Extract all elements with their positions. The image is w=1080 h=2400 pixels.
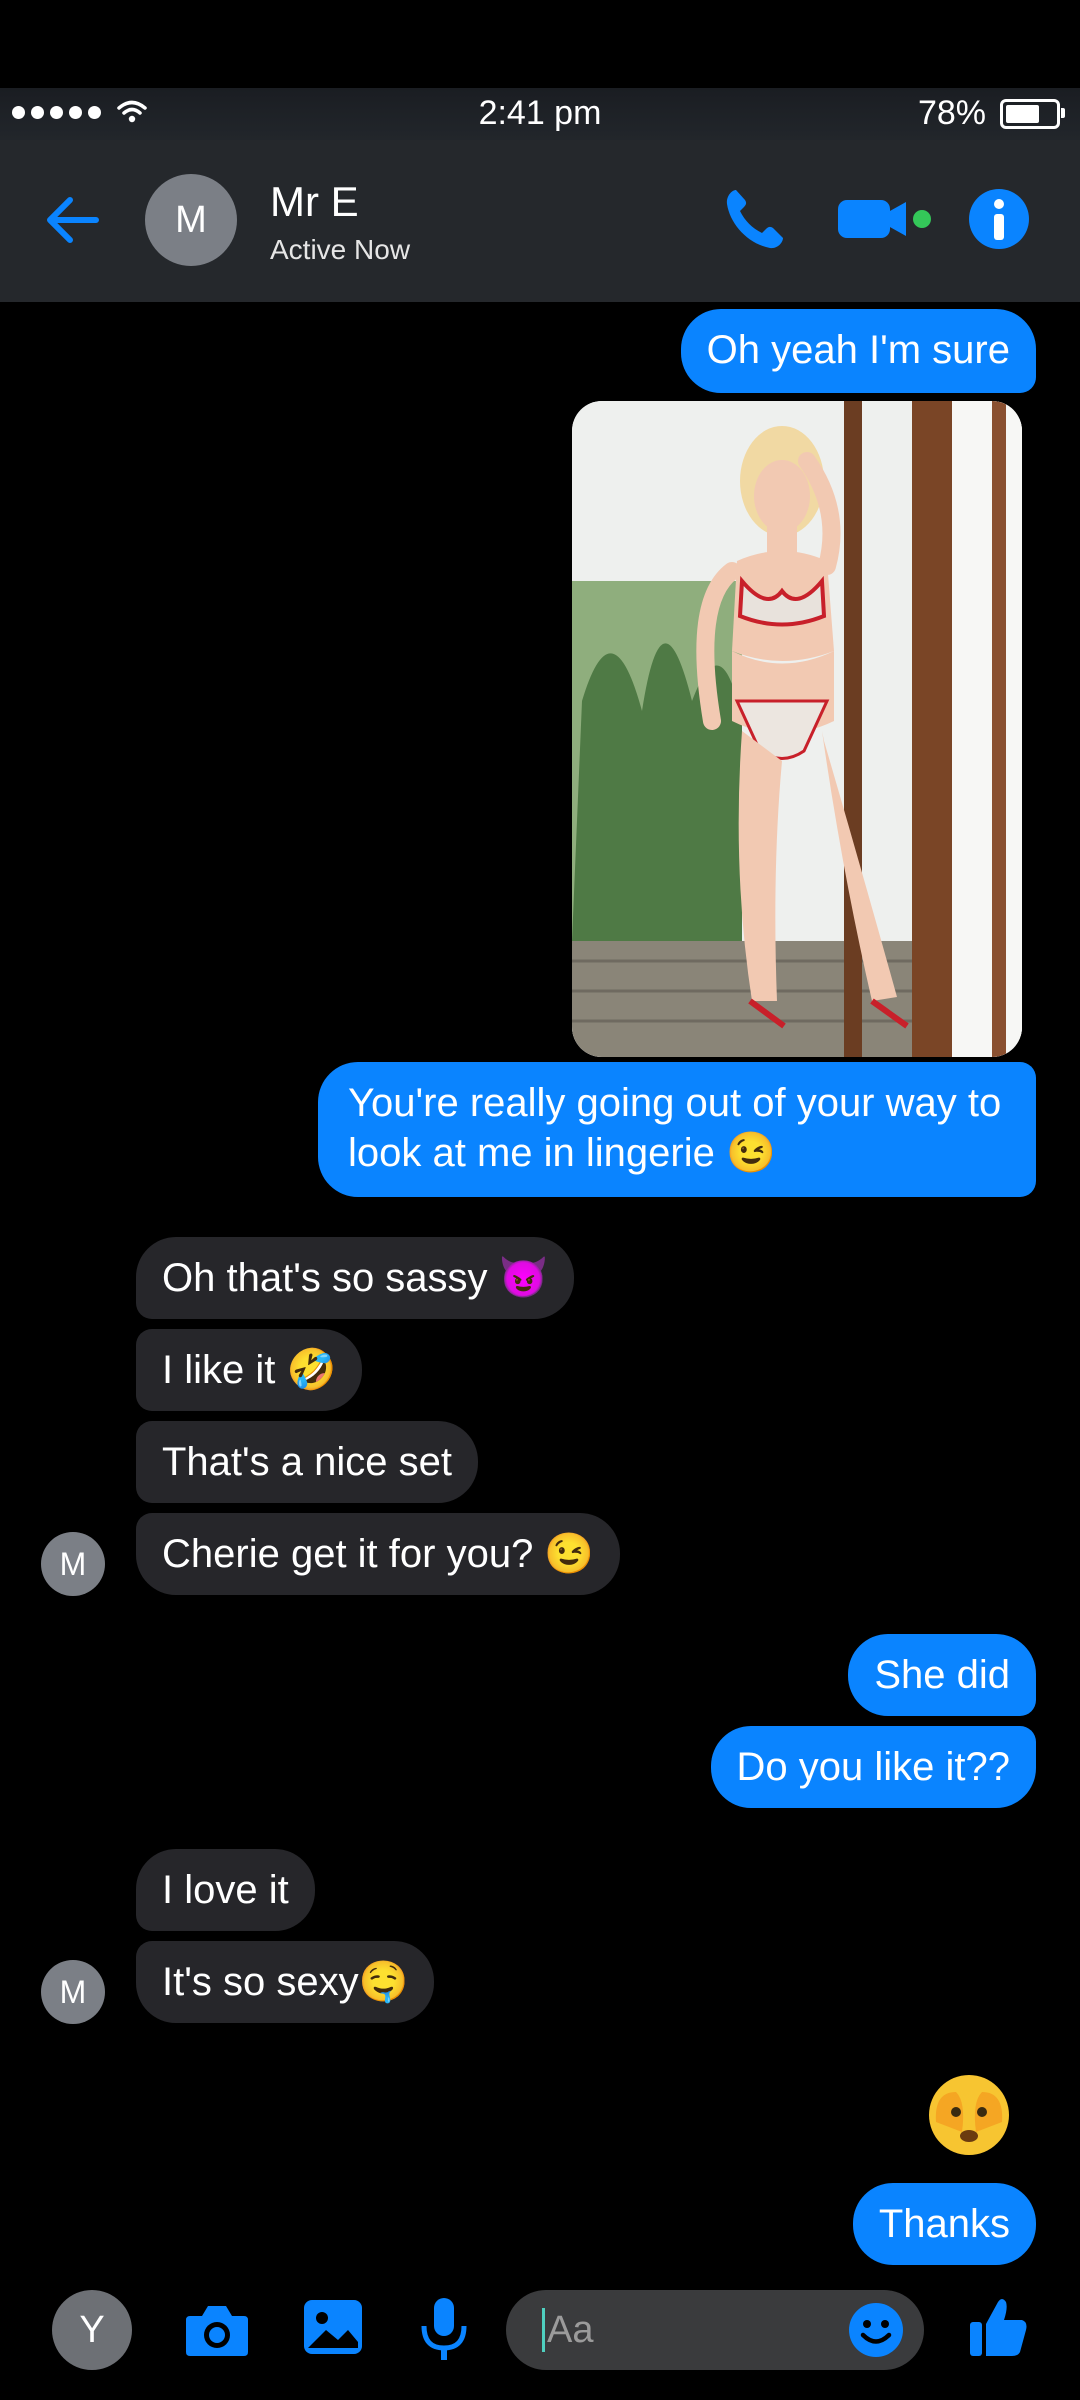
see-no-evil-face-icon[interactable] — [926, 2072, 1012, 2158]
message-bubble[interactable]: Thanks — [852, 2183, 1036, 2265]
info-icon[interactable] — [966, 186, 1032, 252]
camera-icon[interactable] — [182, 2294, 252, 2366]
message-bubble[interactable]: Oh yeah I'm sure — [680, 309, 1036, 393]
battery-percent: 78% — [917, 94, 986, 132]
my-avatar[interactable]: Y — [52, 2290, 132, 2370]
gallery-icon[interactable] — [300, 2294, 366, 2360]
conversation-header: M Mr E Active Now — [0, 140, 1080, 302]
message-bubble[interactable]: I like it 🤣 — [136, 1329, 363, 1411]
battery-icon — [1000, 98, 1065, 129]
message-bubble[interactable]: Do you like it?? — [710, 1726, 1036, 1808]
microphone-icon[interactable] — [416, 2294, 472, 2366]
message-bubble[interactable]: I love it — [136, 1849, 315, 1931]
sender-avatar[interactable]: M — [41, 1532, 105, 1596]
battery-fill — [1006, 104, 1039, 123]
text-caret — [542, 2308, 545, 2352]
contact-avatar[interactable]: M — [145, 174, 237, 266]
message-bubble[interactable]: She did — [848, 1634, 1036, 1716]
thumbs-up-icon[interactable] — [966, 2294, 1030, 2360]
lingerie-photo-image — [572, 401, 1022, 1057]
sender-avatar[interactable]: M — [41, 1960, 105, 2024]
contact-status: Active Now — [270, 234, 411, 265]
message-bubble[interactable]: It's so sexy🤤 — [136, 1941, 435, 2023]
video-call-icon[interactable] — [836, 186, 932, 252]
status-bar: 2:41 pm 78% — [0, 88, 1080, 140]
message-bubble[interactable]: Cherie get it for you? 😉 — [136, 1513, 621, 1595]
message-bubble[interactable]: Oh that's so sassy 😈 — [136, 1237, 575, 1319]
message-bubble[interactable]: You're really going out of your way to l… — [318, 1062, 1036, 1197]
phone-icon[interactable] — [722, 186, 786, 252]
contact-name[interactable]: Mr E — [270, 178, 359, 226]
top-band — [0, 0, 1080, 88]
message-input[interactable]: Aa — [506, 2290, 924, 2370]
message-composer: Y Aa — [0, 2290, 1080, 2400]
message-bubble[interactable]: That's a nice set — [136, 1421, 478, 1503]
message-input-placeholder: Aa — [547, 2308, 594, 2351]
back-arrow-icon[interactable] — [42, 192, 102, 248]
shared-photo[interactable] — [572, 401, 1022, 1057]
emoji-icon[interactable] — [848, 2302, 904, 2358]
